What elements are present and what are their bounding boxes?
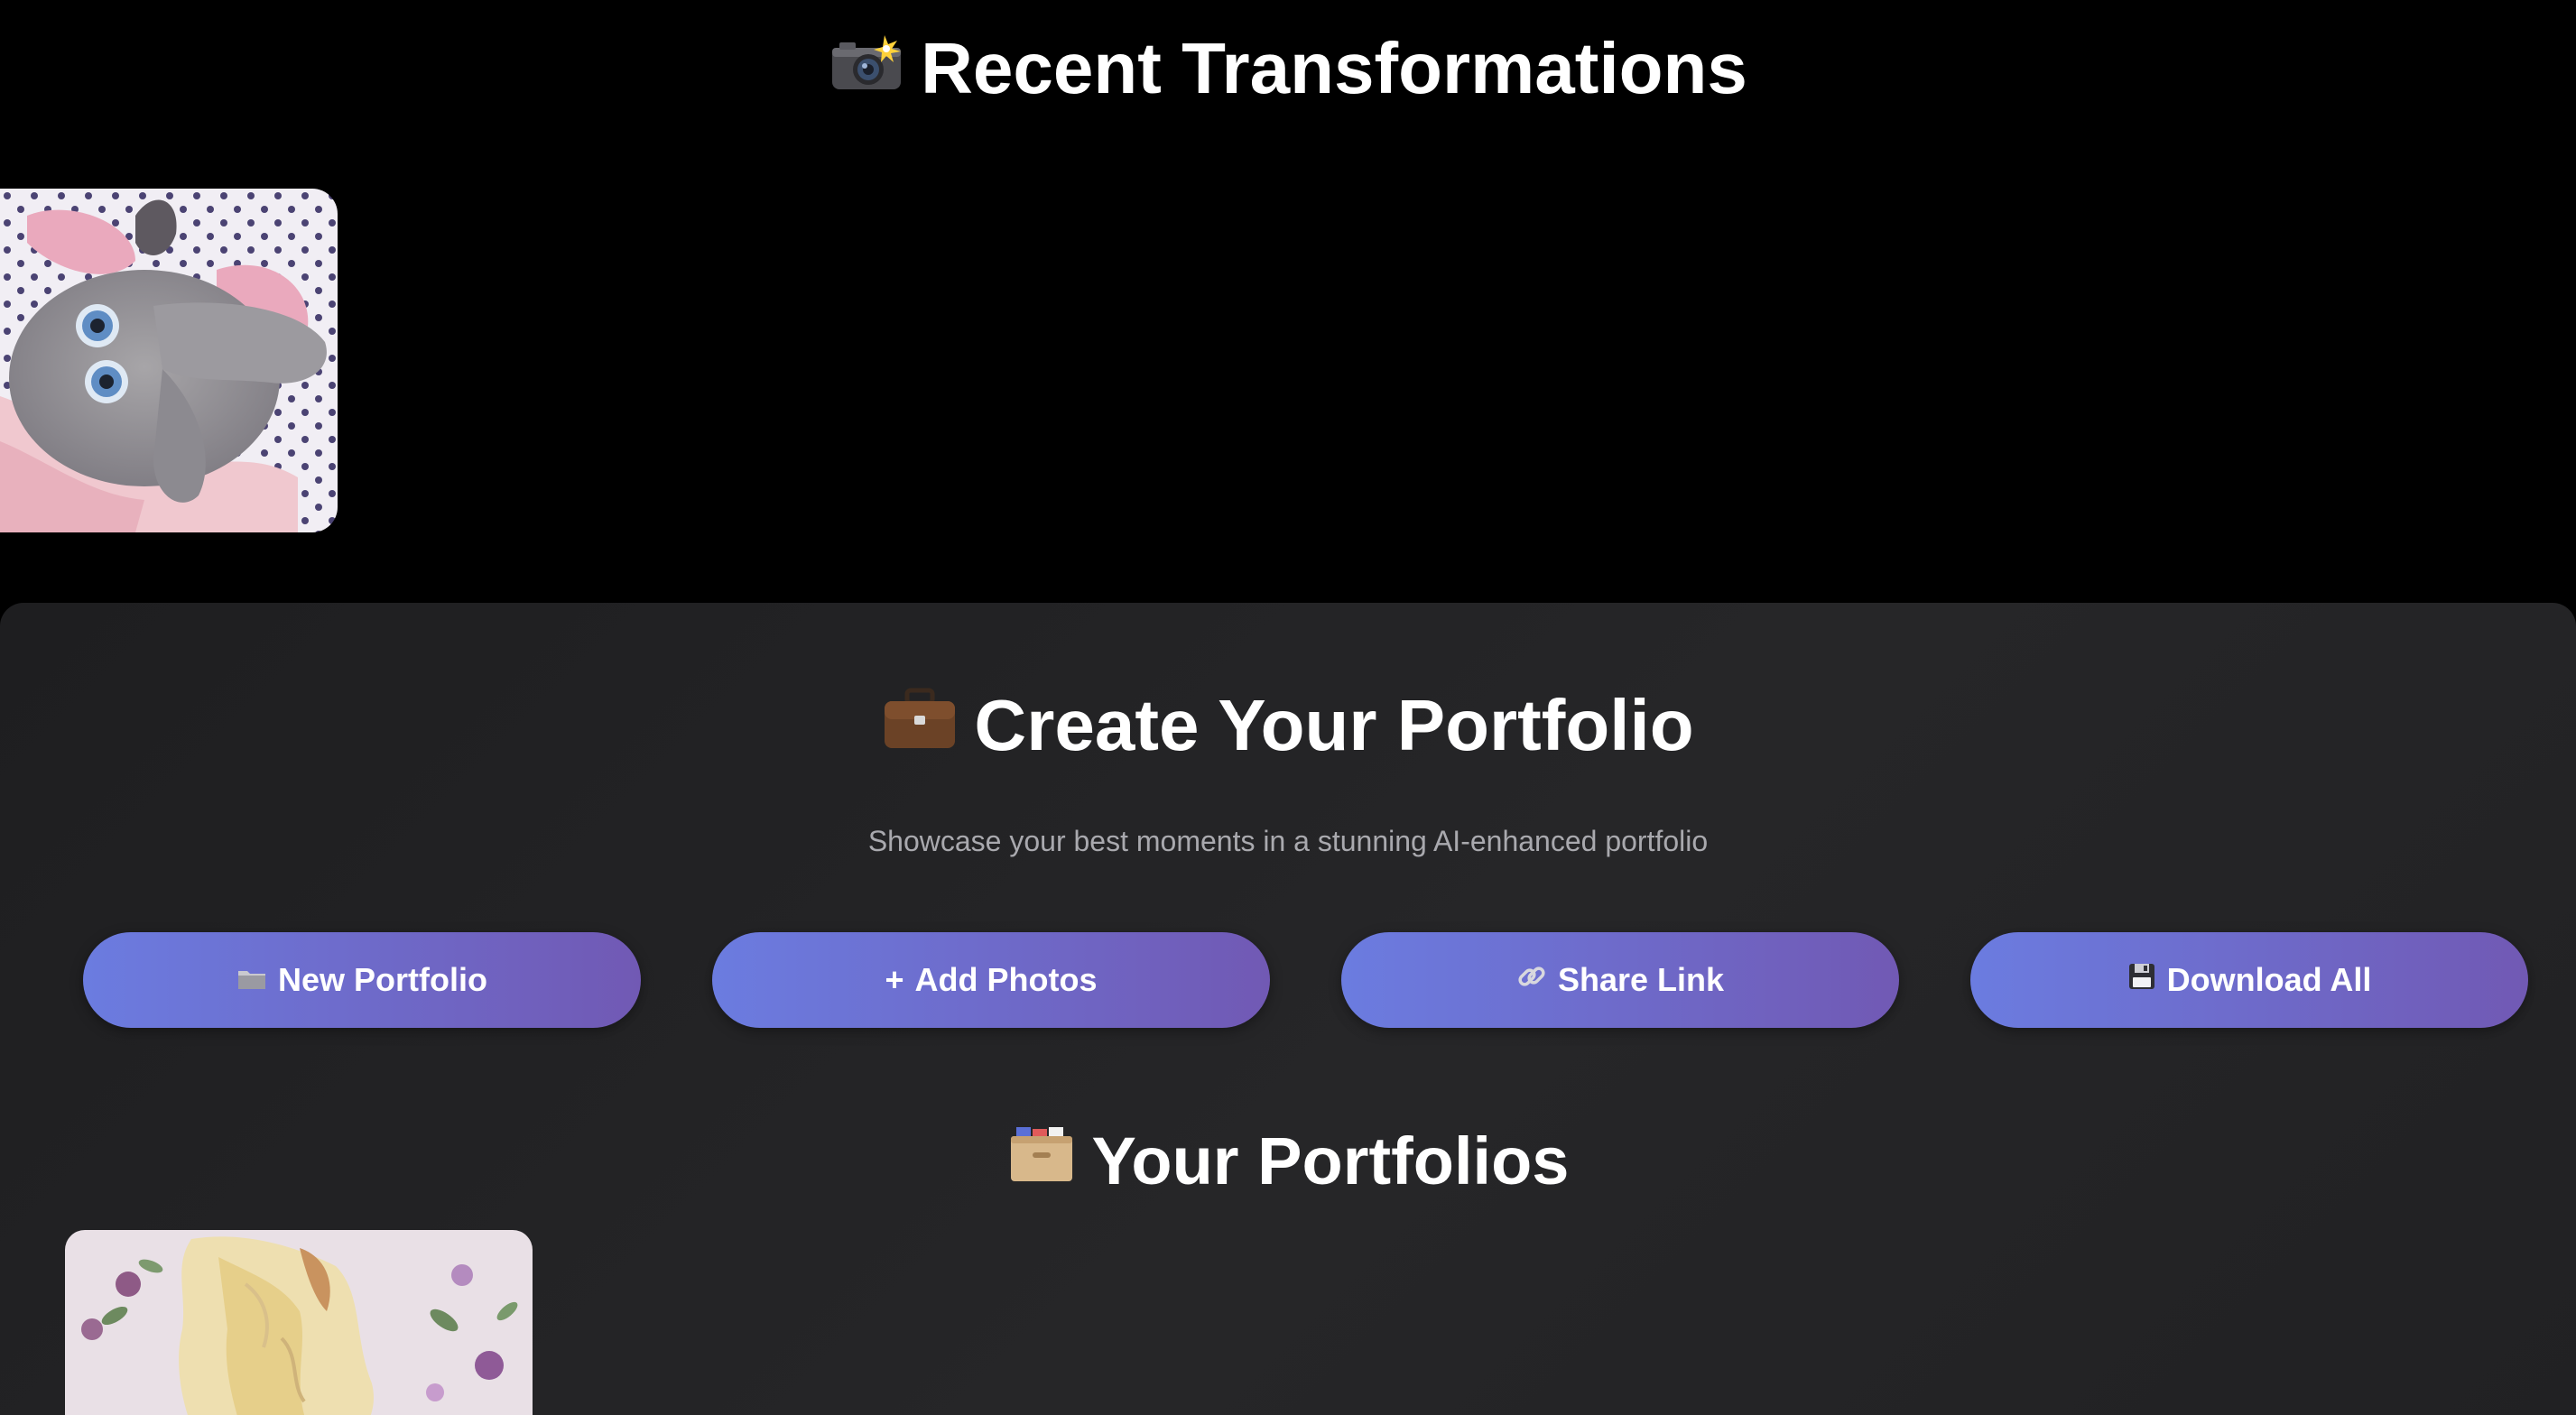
folder-icon [236, 961, 267, 999]
share-link-button[interactable]: Share Link [1341, 932, 1899, 1028]
floral-collage-image [65, 1230, 533, 1415]
plus-icon: + [885, 961, 904, 998]
briefcase-icon [882, 684, 958, 767]
card-file-box-icon [1007, 1122, 1076, 1199]
recent-transformation-thumbnail[interactable] [0, 189, 338, 532]
recent-transformations-title-text: Recent Transformations [921, 28, 1747, 108]
download-all-label: Download All [2166, 961, 2372, 998]
create-portfolio-title: Create Your Portfolio [0, 684, 2576, 772]
your-portfolios-title: Your Portfolios [0, 1123, 2576, 1205]
add-photos-label: Add Photos [914, 961, 1098, 998]
new-portfolio-label: New Portfolio [278, 961, 487, 998]
portfolio-panel: Create Your Portfolio Showcase your best… [0, 603, 2576, 1415]
create-portfolio-title-text: Create Your Portfolio [974, 685, 1694, 765]
add-photos-button[interactable]: + Add Photos [712, 932, 1270, 1028]
plush-elephant-image [0, 189, 338, 532]
portfolio-card[interactable] [65, 1230, 533, 1415]
recent-transformations-title: Recent Transformations [0, 27, 2576, 116]
download-all-button[interactable]: Download All [1970, 932, 2528, 1028]
share-link-label: Share Link [1557, 961, 1725, 998]
portfolio-subtitle: Showcase your best moments in a stunning… [867, 825, 1709, 857]
camera-flash-icon [829, 27, 904, 110]
new-portfolio-button[interactable]: New Portfolio [83, 932, 641, 1028]
floppy-disk-icon [2127, 961, 2156, 999]
link-icon [1516, 961, 1547, 1000]
recent-transformations-section: Recent Transformations [0, 0, 2576, 605]
your-portfolios-title-text: Your Portfolios [1091, 1124, 1570, 1198]
page: Recent Transformations Create Your Portf… [0, 0, 2576, 1415]
